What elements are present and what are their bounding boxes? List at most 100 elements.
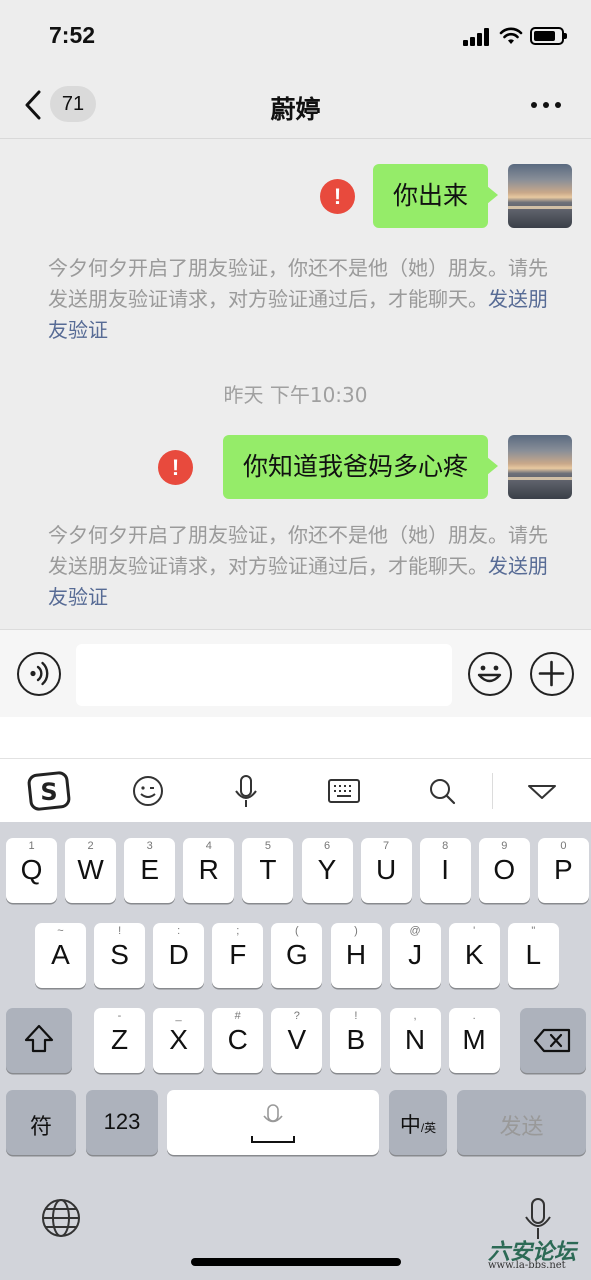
key-label: T	[259, 854, 277, 885]
keyboard-icon[interactable]	[322, 769, 366, 813]
symbols-key-label: 符	[29, 1114, 52, 1139]
lang-chinese-label: 中	[399, 1114, 421, 1137]
key-u[interactable]: 7U	[360, 838, 412, 903]
key-p[interactable]: 0P	[537, 838, 589, 903]
watermark-url: www.la-bbs.net	[488, 1260, 566, 1271]
plus-icon	[538, 660, 565, 687]
key-label: Z	[110, 1024, 129, 1055]
key-secondary-label: !	[118, 925, 122, 937]
language-switch-key[interactable]: 中/英	[389, 1090, 447, 1155]
key-secondary-label: 0	[560, 840, 567, 852]
key-secondary-label: 3	[146, 840, 153, 852]
key-h[interactable]: ) H	[330, 923, 382, 988]
key-m[interactable]: .M	[448, 1008, 500, 1073]
key-label: X	[169, 1024, 188, 1055]
key-x[interactable]: _ X	[153, 1008, 205, 1073]
key-o[interactable]: 9O	[478, 838, 530, 903]
home-indicator[interactable]	[191, 1258, 401, 1266]
smiley-icon[interactable]	[126, 769, 170, 813]
message-timestamp: 昨天 下午10:30	[223, 383, 368, 407]
microphone-icon[interactable]	[224, 769, 268, 813]
error-icon[interactable]: !	[320, 179, 355, 214]
triangle-down-icon[interactable]	[520, 769, 564, 813]
system-notice: 今夕何夕开启了朋友验证，你还不是他（她）朋友。请先发送朋友验证请求，对方验证通过…	[48, 253, 548, 346]
signal-icon	[463, 28, 491, 46]
key-z[interactable]: -Z	[94, 1008, 145, 1073]
key-secondary-label: 8	[442, 840, 449, 852]
emoji-button[interactable]	[468, 652, 512, 696]
system-notice-text: 今夕何夕开启了朋友验证，你还不是他（她）朋友。请先发送朋友验证请求，对方验证通过…	[48, 256, 548, 311]
key-secondary-label: ~	[57, 925, 64, 937]
key-secondary-label: .	[472, 1010, 476, 1022]
space-key[interactable]	[167, 1090, 379, 1155]
key-j[interactable]: @ J	[389, 923, 441, 988]
key-b[interactable]: ! B	[330, 1008, 382, 1073]
key-label: K	[464, 939, 484, 970]
key-secondary-label: "	[531, 925, 536, 937]
key-secondary-label: -	[117, 1010, 122, 1022]
key-secondary-label: _	[175, 1010, 182, 1022]
key-label: N	[404, 1024, 426, 1055]
key-secondary-label: 2	[87, 840, 94, 852]
key-f[interactable]: ; F	[212, 923, 264, 988]
key-secondary-label: ?	[293, 1010, 300, 1022]
key-g[interactable]: (G	[271, 923, 323, 988]
key-label: U	[375, 854, 397, 885]
avatar[interactable]	[508, 435, 572, 499]
key-i[interactable]: 8I	[419, 838, 471, 903]
message-row: ! 你出来	[312, 164, 572, 228]
globe-icon[interactable]	[40, 1197, 82, 1239]
more-functions-button[interactable]	[530, 652, 574, 696]
key-v[interactable]: ? V	[271, 1008, 323, 1073]
key-t[interactable]: 5T	[242, 838, 294, 903]
key-r[interactable]: 4R	[183, 838, 235, 903]
delete-key[interactable]	[520, 1008, 586, 1073]
shift-key[interactable]	[6, 1008, 72, 1073]
key-label: W	[77, 854, 104, 885]
key-w[interactable]: 2W	[65, 838, 117, 903]
key-secondary-label: 4	[205, 840, 212, 852]
key-secondary-label: '	[473, 925, 476, 937]
key-label: D	[168, 939, 189, 970]
key-label: J	[408, 939, 423, 970]
key-q[interactable]: 1Q	[6, 838, 57, 903]
key-s[interactable]: ! S	[94, 923, 146, 988]
system-notice-text: 今夕何夕开启了朋友验证，你还不是他（她）朋友。请先发送朋友验证请求，对方验证通过…	[48, 523, 548, 578]
voice-icon	[30, 661, 49, 686]
key-label: E	[140, 854, 160, 885]
key-l[interactable]: " L	[507, 923, 559, 988]
space-mic-icon	[251, 1104, 295, 1143]
avatar[interactable]	[508, 164, 572, 228]
key-secondary-label: 9	[501, 840, 508, 852]
voice-button[interactable]	[17, 652, 61, 696]
key-k[interactable]: ' K	[448, 923, 500, 988]
wifi-icon	[499, 27, 523, 44]
key-label: O	[493, 854, 516, 885]
svg-text:S: S	[40, 778, 57, 806]
key-n[interactable]: ,N	[389, 1008, 441, 1073]
error-icon[interactable]: !	[158, 450, 193, 485]
battery-level	[534, 31, 555, 41]
symbols-key[interactable]: 符	[6, 1090, 76, 1155]
sogou-logo-icon[interactable]: S	[27, 769, 71, 813]
send-key[interactable]: 发送	[457, 1090, 586, 1155]
key-e[interactable]: 3E	[124, 838, 176, 903]
key-d[interactable]: :D	[153, 923, 205, 988]
chat-title: 蔚婷	[270, 95, 321, 124]
key-secondary-label: ;	[236, 925, 240, 937]
keyboard-candidate-area	[0, 717, 591, 758]
key-label: Q	[20, 854, 43, 885]
key-y[interactable]: 6Y	[301, 838, 353, 903]
numbers-key[interactable]: 123	[86, 1090, 158, 1155]
key-a[interactable]: ~ A	[35, 923, 86, 988]
message-bubble[interactable]: 你知道我爸妈多心疼	[222, 435, 499, 499]
key-label: V	[287, 1024, 307, 1055]
key-label: I	[441, 854, 450, 885]
message-bubble[interactable]: 你出来	[372, 164, 499, 228]
key-secondary-label: 1	[28, 840, 35, 852]
more-button[interactable]	[530, 102, 562, 110]
message-input[interactable]	[76, 644, 452, 706]
key-c[interactable]: # C	[212, 1008, 264, 1073]
search-icon[interactable]	[420, 769, 464, 813]
language-switch-label: 中/英	[389, 1109, 447, 1139]
